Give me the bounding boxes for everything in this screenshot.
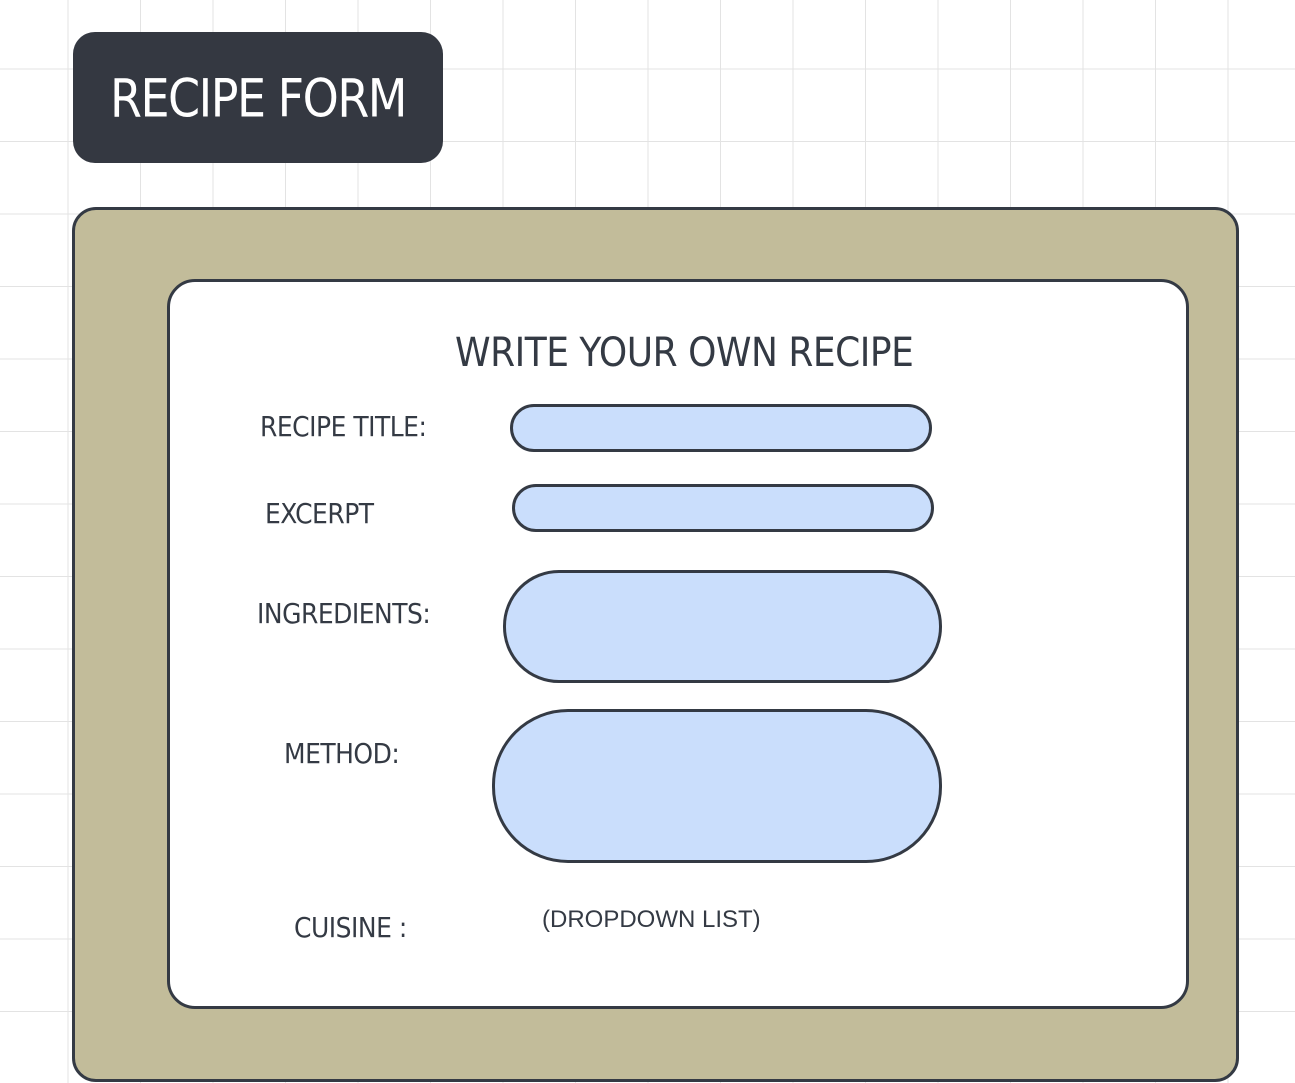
ingredients-textarea[interactable] xyxy=(503,570,942,683)
method-label: METHOD: xyxy=(284,737,400,770)
method-textarea[interactable] xyxy=(492,709,942,863)
cuisine-label: CUISINE : xyxy=(294,911,407,944)
recipe-title-label: RECIPE TITLE: xyxy=(260,410,427,443)
form-heading: WRITE YOUR OWN RECIPE xyxy=(455,330,914,376)
page-title: RECIPE FORM xyxy=(110,66,407,129)
excerpt-input[interactable] xyxy=(512,484,934,532)
ingredients-label: INGREDIENTS: xyxy=(257,597,431,630)
cuisine-dropdown[interactable]: (DROPDOWN LIST) xyxy=(542,906,761,934)
recipe-title-input[interactable] xyxy=(510,404,932,452)
page-title-badge: RECIPE FORM xyxy=(73,32,443,163)
excerpt-label: EXCERPT xyxy=(265,497,374,530)
